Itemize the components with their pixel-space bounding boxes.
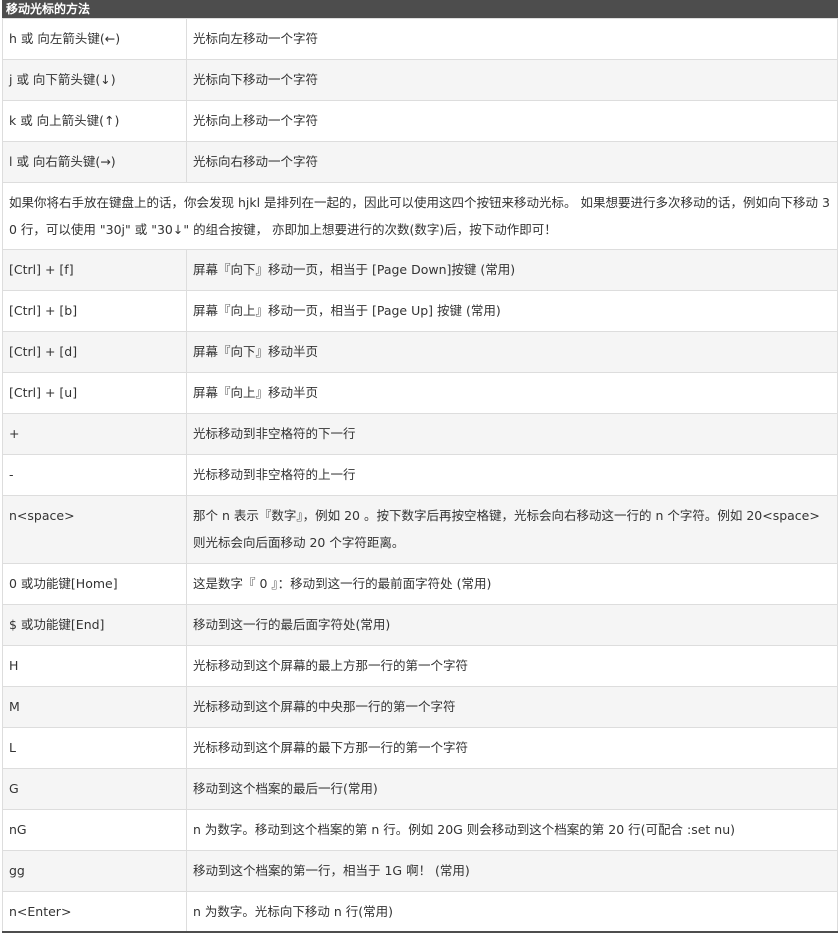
description-cell: 光标向左移动一个字符 [186, 18, 838, 60]
key-cell: gg [2, 850, 187, 892]
key-cell: M [2, 686, 187, 728]
description-cell: 这是数字『 0 』：移动到这一行的最前面字符处 (常用) [186, 563, 838, 605]
description-cell: n 为数字。光标向下移动 n 行(常用) [186, 891, 838, 933]
key-cell: + [2, 413, 187, 455]
key-cell: G [2, 768, 187, 810]
table-row: nG n 为数字。移动到这个档案的第 n 行。例如 20G 则会移动到这个档案的… [2, 809, 838, 851]
table-row: L 光标移动到这个屏幕的最下方那一行的第一个字符 [2, 727, 838, 769]
key-cell: $ 或功能键[End] [2, 604, 187, 646]
note-row: 如果你将右手放在键盘上的话，你会发现 hjkl 是排列在一起的，因此可以使用这四… [2, 182, 838, 250]
table-row: M 光标移动到这个屏幕的中央那一行的第一个字符 [2, 686, 838, 728]
key-cell: n<Enter> [2, 891, 187, 933]
table-title: 移动光标的方法 [2, 0, 838, 18]
description-cell: 光标移动到这个屏幕的最下方那一行的第一个字符 [186, 727, 838, 769]
description-cell: 屏幕『向上』移动一页，相当于 [Page Up] 按键 (常用) [186, 290, 838, 332]
table-row: k 或 向上箭头键(↑) 光标向上移动一个字符 [2, 100, 838, 142]
table-row: + 光标移动到非空格符的下一行 [2, 413, 838, 455]
description-cell: 光标向下移动一个字符 [186, 59, 838, 101]
key-cell: H [2, 645, 187, 687]
description-cell: 移动到这一行的最后面字符处(常用) [186, 604, 838, 646]
key-cell: n<space> [2, 495, 187, 564]
table-row: j 或 向下箭头键(↓) 光标向下移动一个字符 [2, 59, 838, 101]
key-cell: [Ctrl] + [u] [2, 372, 187, 414]
table-row: [Ctrl] + [f] 屏幕『向下』移动一页，相当于 [Page Down]按… [2, 249, 838, 291]
key-cell: [Ctrl] + [b] [2, 290, 187, 332]
table-row: l 或 向右箭头键(→) 光标向右移动一个字符 [2, 141, 838, 183]
table-row: - 光标移动到非空格符的上一行 [2, 454, 838, 496]
table-row: 0 或功能键[Home] 这是数字『 0 』：移动到这一行的最前面字符处 (常用… [2, 563, 838, 605]
key-cell: j 或 向下箭头键(↓) [2, 59, 187, 101]
description-cell: n 为数字。移动到这个档案的第 n 行。例如 20G 则会移动到这个档案的第 2… [186, 809, 838, 851]
table-row: [Ctrl] + [u] 屏幕『向上』移动半页 [2, 372, 838, 414]
description-cell: 屏幕『向上』移动半页 [186, 372, 838, 414]
description-cell: 光标向右移动一个字符 [186, 141, 838, 183]
key-cell: [Ctrl] + [f] [2, 249, 187, 291]
key-cell: k 或 向上箭头键(↑) [2, 100, 187, 142]
table-row: [Ctrl] + [b] 屏幕『向上』移动一页，相当于 [Page Up] 按键… [2, 290, 838, 332]
key-cell: nG [2, 809, 187, 851]
key-cell: 0 或功能键[Home] [2, 563, 187, 605]
description-cell: 移动到这个档案的最后一行(常用) [186, 768, 838, 810]
table-row: gg 移动到这个档案的第一行，相当于 1G 啊！ (常用) [2, 850, 838, 892]
table-row: h 或 向左箭头键(←) 光标向左移动一个字符 [2, 18, 838, 60]
key-cell: l 或 向右箭头键(→) [2, 141, 187, 183]
table-row: H 光标移动到这个屏幕的最上方那一行的第一个字符 [2, 645, 838, 687]
table-row: [Ctrl] + [d] 屏幕『向下』移动半页 [2, 331, 838, 373]
table-row: $ 或功能键[End] 移动到这一行的最后面字符处(常用) [2, 604, 838, 646]
description-cell: 那个 n 表示『数字』，例如 20 。按下数字后再按空格键，光标会向右移动这一行… [186, 495, 838, 564]
key-cell: L [2, 727, 187, 769]
note-cell: 如果你将右手放在键盘上的话，你会发现 hjkl 是排列在一起的，因此可以使用这四… [2, 182, 838, 250]
key-cell: - [2, 454, 187, 496]
key-cell: [Ctrl] + [d] [2, 331, 187, 373]
description-cell: 移动到这个档案的第一行，相当于 1G 啊！ (常用) [186, 850, 838, 892]
description-cell: 光标向上移动一个字符 [186, 100, 838, 142]
description-cell: 光标移动到非空格符的上一行 [186, 454, 838, 496]
description-cell: 光标移动到非空格符的下一行 [186, 413, 838, 455]
description-cell: 光标移动到这个屏幕的最上方那一行的第一个字符 [186, 645, 838, 687]
cursor-movement-table-container: 移动光标的方法 h 或 向左箭头键(←) 光标向左移动一个字符 j 或 向下箭头… [2, 0, 838, 933]
table-row: G 移动到这个档案的最后一行(常用) [2, 768, 838, 810]
description-cell: 光标移动到这个屏幕的中央那一行的第一个字符 [186, 686, 838, 728]
table-row: n<Enter> n 为数字。光标向下移动 n 行(常用) [2, 891, 838, 933]
cursor-movement-table: h 或 向左箭头键(←) 光标向左移动一个字符 j 或 向下箭头键(↓) 光标向… [2, 18, 838, 933]
key-cell: h 或 向左箭头键(←) [2, 18, 187, 60]
description-cell: 屏幕『向下』移动一页，相当于 [Page Down]按键 (常用) [186, 249, 838, 291]
table-row: n<space> 那个 n 表示『数字』，例如 20 。按下数字后再按空格键，光… [2, 495, 838, 564]
description-cell: 屏幕『向下』移动半页 [186, 331, 838, 373]
